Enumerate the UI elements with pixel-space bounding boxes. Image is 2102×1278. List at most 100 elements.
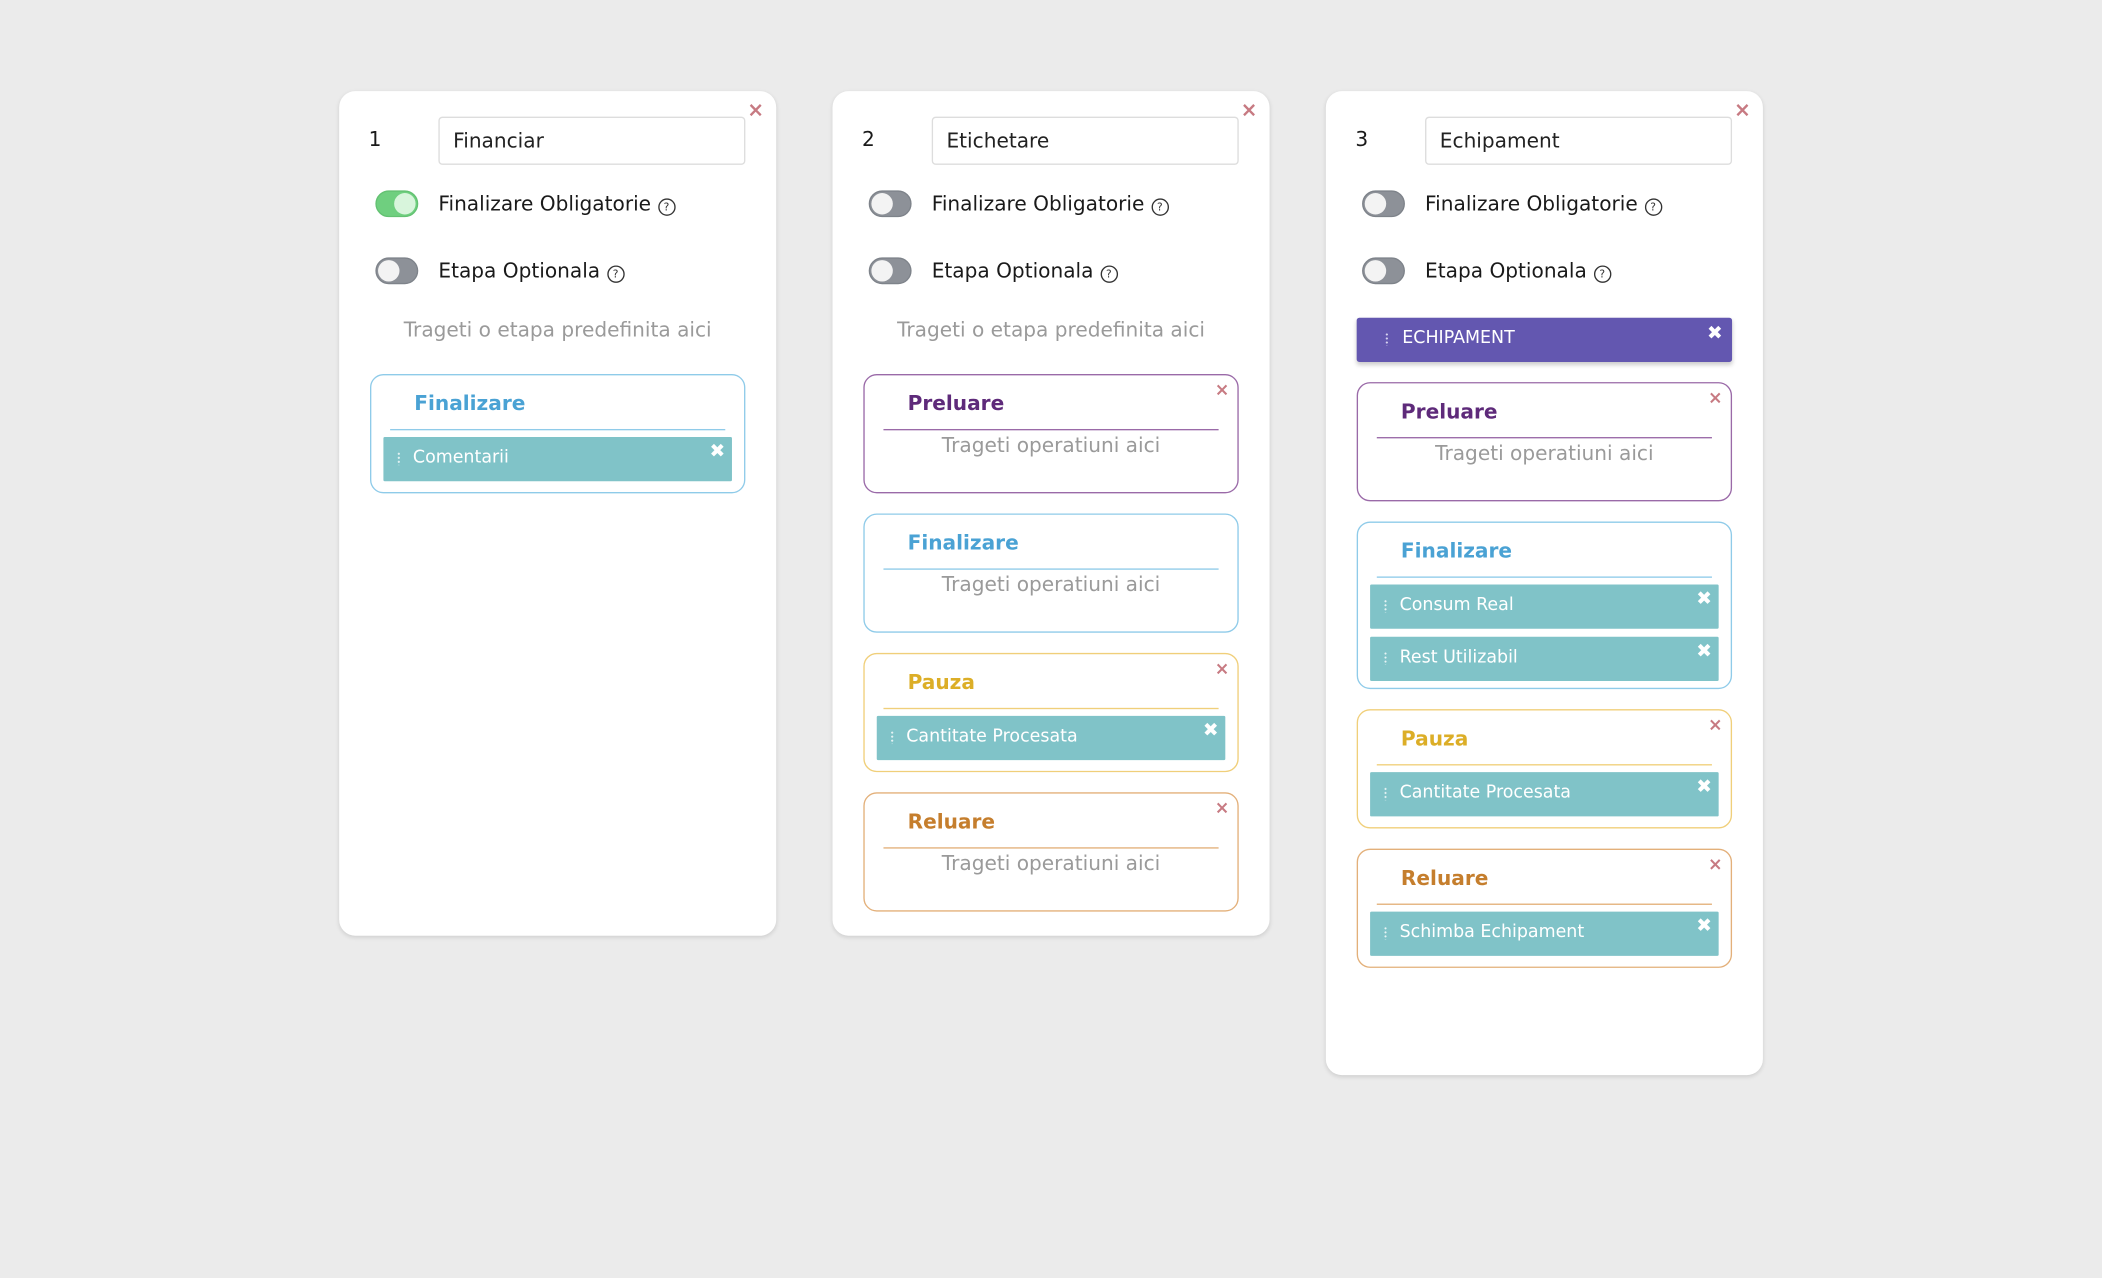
drop-operations-hint: Trageti operatiuni aici — [941, 572, 1161, 597]
label-text: Etapa Optionala — [1425, 258, 1587, 283]
help-icon[interactable]: ? — [606, 265, 625, 283]
group-reluare[interactable]: × Reluare Schimba Echipament ✖ — [1356, 848, 1733, 968]
remove-icon[interactable]: ✖ — [710, 441, 726, 462]
stage-card-3: × 3 Finalizare Obligatorie? Etapa Option… — [1325, 91, 1763, 1076]
operation-label: Comentarii — [412, 447, 509, 468]
label-text: Finalizare Obligatorie — [931, 191, 1145, 216]
etapa-optionala-row: Etapa Optionala? — [868, 255, 1118, 287]
etapa-optionala-row: Etapa Optionala? — [1362, 255, 1611, 287]
drop-stage-hint[interactable]: Trageti o etapa predefinita aici — [339, 318, 776, 342]
etapa-optionala-row: Etapa Optionala? — [375, 255, 625, 287]
remove-icon[interactable]: ✖ — [1707, 323, 1723, 344]
operation-tag[interactable]: Cantitate Procesata ✖ — [1370, 772, 1719, 817]
close-icon[interactable]: × — [1215, 661, 1230, 678]
group-pauza[interactable]: × Pauza Cantitate Procesata ✖ — [863, 652, 1239, 773]
drop-operations-hint: Trageti operatiuni aici — [1435, 441, 1654, 466]
operation-tag[interactable]: Schimba Echipament ✖ — [1370, 911, 1719, 956]
drop-stage-hint[interactable]: Trageti o etapa predefinita aici — [833, 318, 1270, 342]
finalizare-obligatorie-toggle[interactable] — [868, 190, 912, 218]
etapa-optionala-label: Etapa Optionala? — [932, 259, 1118, 283]
etapa-optionala-toggle[interactable] — [1362, 257, 1405, 285]
stage-card-2: × 2 Finalizare Obligatorie? Etapa Option… — [832, 91, 1270, 936]
close-icon[interactable]: × — [1241, 100, 1258, 121]
group-title: Finalizare — [414, 391, 526, 416]
group-divider — [390, 428, 726, 431]
group-title: Preluare — [907, 391, 1005, 416]
group-divider — [883, 707, 1219, 710]
operation-label: Cantitate Procesata — [906, 726, 1078, 747]
operation-tag[interactable]: Consum Real ✖ — [1370, 584, 1719, 629]
finalizare-obligatorie-row: Finalizare Obligatorie? — [375, 188, 676, 220]
group-divider — [1376, 903, 1712, 905]
remove-icon[interactable]: ✖ — [1696, 641, 1712, 662]
group-finalizare[interactable]: Finalizare Consum Real ✖ Rest Utilizabil… — [1356, 521, 1733, 690]
preset-stage-label: ECHIPAMENT — [1402, 328, 1515, 349]
toggle-knob — [871, 193, 893, 215]
group-title: Pauza — [907, 670, 975, 695]
finalizare-obligatorie-label: Finalizare Obligatorie? — [438, 191, 676, 216]
group-preluare[interactable]: × Preluare Trageti operatiuni aici — [863, 374, 1239, 494]
stage-number: 3 — [1355, 127, 1369, 152]
drag-handle-icon[interactable] — [1383, 599, 1388, 613]
close-icon[interactable]: × — [1708, 390, 1723, 407]
help-icon[interactable]: ? — [1593, 265, 1611, 283]
drag-handle-icon[interactable] — [1384, 332, 1389, 346]
drag-handle-icon[interactable] — [1383, 786, 1388, 801]
group-title: Pauza — [1400, 726, 1469, 751]
group-divider — [883, 428, 1219, 431]
group-divider — [883, 847, 1219, 849]
drag-handle-icon[interactable] — [890, 730, 895, 745]
toggle-knob — [1364, 193, 1387, 215]
card-header: 2 — [862, 116, 1239, 165]
close-icon[interactable]: × — [1215, 382, 1230, 399]
operation-label: Consum Real — [1399, 595, 1514, 616]
group-pauza[interactable]: × Pauza Cantitate Procesata ✖ — [1356, 709, 1733, 829]
group-title: Finalizare — [1400, 538, 1513, 564]
group-finalizare[interactable]: Finalizare Trageti operatiuni aici — [863, 513, 1239, 633]
remove-icon[interactable]: ✖ — [1696, 776, 1712, 797]
label-text: Finalizare Obligatorie — [1425, 191, 1638, 216]
operation-label: Rest Utilizabil — [1399, 647, 1518, 668]
group-finalizare[interactable]: Finalizare Comentarii ✖ — [370, 374, 746, 494]
card-header: 1 — [368, 116, 746, 165]
toggle-knob — [1364, 260, 1387, 282]
etapa-optionala-label: Etapa Optionala? — [438, 259, 625, 283]
drag-handle-icon[interactable] — [396, 451, 401, 466]
help-icon[interactable]: ? — [1100, 265, 1118, 283]
stage-name-input[interactable] — [438, 116, 746, 165]
finalizare-obligatorie-row: Finalizare Obligatorie? — [1362, 188, 1662, 220]
group-reluare[interactable]: × Reluare Trageti operatiuni aici — [863, 792, 1239, 912]
toggle-knob — [394, 193, 416, 215]
operation-tag[interactable]: Comentarii ✖ — [383, 437, 732, 482]
close-icon[interactable]: × — [1708, 857, 1723, 874]
drag-handle-icon[interactable] — [1383, 651, 1388, 665]
finalizare-obligatorie-label: Finalizare Obligatorie? — [932, 192, 1169, 216]
operation-tag[interactable]: Cantitate Procesata ✖ — [876, 715, 1226, 761]
etapa-optionala-toggle[interactable] — [868, 257, 912, 285]
remove-icon[interactable]: ✖ — [1696, 916, 1712, 937]
label-text: Finalizare Obligatorie — [438, 191, 652, 216]
help-icon[interactable]: ? — [657, 198, 676, 216]
stage-number: 2 — [862, 127, 875, 152]
group-preluare[interactable]: × Preluare Trageti operatiuni aici — [1356, 382, 1733, 502]
close-icon[interactable]: × — [1734, 100, 1751, 121]
close-icon[interactable]: × — [1708, 717, 1723, 734]
stage-name-input[interactable] — [1425, 116, 1733, 165]
preset-stage-tag[interactable]: ECHIPAMENT ✖ — [1356, 317, 1733, 362]
stage-name-input[interactable] — [931, 116, 1239, 165]
toggle-knob — [378, 260, 400, 282]
close-icon[interactable]: × — [1215, 800, 1230, 817]
label-text: Etapa Optionala — [931, 258, 1094, 283]
help-icon[interactable]: ? — [1644, 198, 1662, 216]
group-divider — [1376, 764, 1712, 766]
close-icon[interactable]: × — [747, 100, 764, 121]
remove-icon[interactable]: ✖ — [1203, 720, 1219, 741]
finalizare-obligatorie-toggle[interactable] — [1362, 190, 1405, 218]
etapa-optionala-toggle[interactable] — [375, 257, 419, 285]
help-icon[interactable]: ? — [1151, 198, 1169, 216]
drag-handle-icon[interactable] — [1383, 926, 1388, 940]
operation-tag[interactable]: Rest Utilizabil ✖ — [1370, 636, 1719, 682]
stage-number: 1 — [368, 127, 382, 152]
finalizare-obligatorie-toggle[interactable] — [375, 190, 419, 218]
remove-icon[interactable]: ✖ — [1696, 589, 1712, 610]
